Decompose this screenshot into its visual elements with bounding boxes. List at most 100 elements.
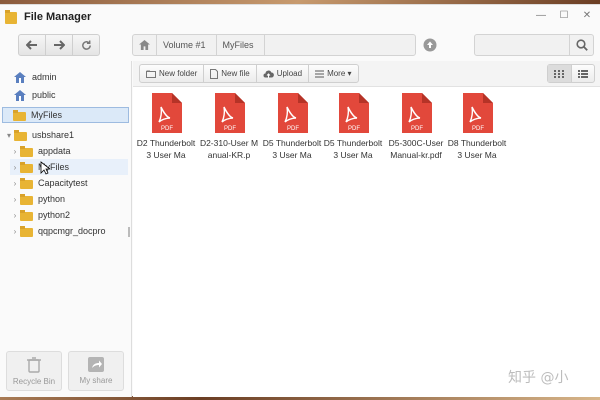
- folder-icon: [20, 161, 34, 173]
- file-item[interactable]: PDF D2 Thunderbolt3 User Ma: [135, 93, 197, 161]
- action-button-group: New folder New file Upload More ▾: [139, 64, 359, 83]
- grid-view-button[interactable]: [548, 65, 572, 82]
- mouse-cursor-icon: [40, 161, 50, 175]
- close-icon[interactable]: ✕: [580, 9, 594, 23]
- sidebar-item-public[interactable]: public: [14, 87, 56, 103]
- sidebar-item-label: admin: [32, 72, 57, 82]
- sidebar-item-label: usbshare1: [32, 130, 75, 140]
- app-folder-icon: [5, 10, 17, 24]
- folder-icon: [20, 145, 34, 157]
- new-file-button[interactable]: New file: [204, 65, 257, 82]
- more-dropdown-button[interactable]: More ▾: [309, 65, 357, 82]
- file-name: D5 Thunderbolt3 User Ma: [323, 138, 383, 160]
- chevron-right-icon[interactable]: ›: [10, 211, 20, 220]
- file-name: D2-310-User Manual-KR.p: [199, 138, 259, 160]
- chevron-right-icon[interactable]: ›: [10, 227, 20, 236]
- search-button[interactable]: [570, 34, 594, 56]
- svg-text:PDF: PDF: [411, 126, 423, 132]
- more-label: More ▾: [327, 69, 352, 78]
- list-icon: [315, 69, 325, 78]
- file-name: D2 Thunderbolt3 User Ma: [136, 138, 196, 160]
- svg-text:PDF: PDF: [287, 126, 299, 132]
- svg-text:PDF: PDF: [348, 126, 360, 132]
- sidebar-item-label: MyFiles: [31, 110, 62, 120]
- cloud-upload-icon: [263, 70, 274, 78]
- sidebar-item-python2[interactable]: › python2: [10, 207, 70, 223]
- sidebar-item-qqpcmgr-docpro[interactable]: › qqpcmgr_docpro: [10, 223, 106, 239]
- new-file-label: New file: [221, 69, 250, 78]
- sidebar-item-label: qqpcmgr_docpro: [38, 226, 106, 236]
- new-folder-label: New folder: [159, 69, 198, 78]
- forward-button[interactable]: [46, 35, 73, 55]
- file-item[interactable]: PDF D5-300C-User Manual-kr.pdf: [385, 93, 447, 161]
- sidebar-item-label: python2: [38, 210, 71, 220]
- svg-text:PDF: PDF: [161, 126, 173, 132]
- chevron-right-icon[interactable]: ›: [10, 179, 20, 188]
- refresh-button[interactable]: [73, 35, 99, 55]
- search-icon: [575, 39, 588, 51]
- file-item[interactable]: PDF D2-310-User Manual-KR.p: [198, 93, 260, 161]
- upload-label: Upload: [276, 69, 303, 78]
- file-name: D5 Thunderbolt3 User Ma: [262, 138, 322, 160]
- file-item[interactable]: PDF D8 Thunderbolt 3 User Ma: [446, 93, 508, 161]
- sidebar-item-usbshare1[interactable]: ▾ usbshare1: [4, 127, 74, 143]
- pdf-file-icon: PDF: [215, 93, 245, 133]
- sidebar-item-appdata[interactable]: › appdata: [10, 143, 71, 159]
- sidebar-item-python[interactable]: › python: [10, 191, 65, 207]
- chevron-right-icon[interactable]: ›: [10, 163, 20, 172]
- file-item[interactable]: PDF D5 Thunderbolt3 User Ma: [261, 93, 323, 161]
- trash-icon: [27, 356, 41, 373]
- folder-icon: [20, 209, 34, 221]
- breadcrumb-item-myfiles[interactable]: MyFiles: [217, 35, 265, 55]
- upload-button[interactable]: Upload: [257, 65, 310, 82]
- chevron-right-icon[interactable]: ›: [10, 195, 20, 204]
- sidebar-item-myfiles-usb[interactable]: › MyFiles: [10, 159, 128, 175]
- search-input[interactable]: [474, 34, 570, 56]
- sidebar-item-capacitytest[interactable]: › Capacitytest: [10, 175, 88, 191]
- action-toolbar: New folder New file Upload More ▾: [133, 61, 600, 87]
- folder-icon: [20, 177, 34, 189]
- sidebar-item-myfiles[interactable]: MyFiles: [2, 107, 129, 123]
- new-folder-button[interactable]: New folder: [140, 65, 205, 82]
- folder-icon: [13, 109, 27, 121]
- user-home-icon: [14, 71, 28, 83]
- back-button[interactable]: [19, 35, 46, 55]
- home-button[interactable]: [133, 35, 157, 55]
- user-home-icon: [14, 89, 28, 101]
- file-item[interactable]: PDF D5 Thunderbolt3 User Ma: [322, 93, 384, 161]
- up-level-button[interactable]: [420, 34, 440, 56]
- share-icon: [88, 357, 104, 372]
- sidebar-item-label: public: [32, 90, 56, 100]
- file-manager-window: File Manager — ☐ ✕ Volume #1 MyFiles adm…: [0, 4, 600, 397]
- maximize-icon[interactable]: ☐: [557, 9, 571, 23]
- arrow-left-icon: [26, 40, 37, 50]
- up-circle-icon: [423, 38, 437, 52]
- svg-text:PDF: PDF: [224, 126, 236, 132]
- minimize-icon[interactable]: —: [534, 9, 548, 23]
- window-title: File Manager: [24, 11, 92, 23]
- list-view-icon: [577, 69, 588, 78]
- folder-icon: [20, 225, 34, 237]
- svg-text:PDF: PDF: [472, 126, 484, 132]
- view-mode-group: [547, 64, 595, 83]
- grid-icon: [554, 69, 565, 78]
- file-name: D8 Thunderbolt 3 User Ma: [447, 138, 507, 160]
- chevron-down-icon[interactable]: ▾: [4, 131, 14, 140]
- recycle-bin-button[interactable]: Recycle Bin: [6, 351, 62, 391]
- title-bar: File Manager — ☐ ✕: [0, 5, 600, 29]
- refresh-icon: [81, 39, 91, 50]
- sidebar-item-admin[interactable]: admin: [14, 69, 57, 85]
- my-share-button[interactable]: My share: [68, 351, 124, 391]
- breadcrumb: Volume #1 MyFiles: [132, 34, 416, 56]
- folder-icon: [20, 193, 34, 205]
- chevron-right-icon[interactable]: ›: [10, 147, 20, 156]
- sidebar-scrollbar[interactable]: [128, 227, 130, 237]
- nav-button-group: [18, 34, 100, 56]
- file-browser-pane: New folder New file Upload More ▾ PDF D2…: [133, 61, 600, 397]
- sidebar-item-label: Capacitytest: [38, 178, 88, 188]
- file-plus-icon: [210, 68, 219, 79]
- list-view-button[interactable]: [572, 65, 595, 82]
- breadcrumb-item-volume[interactable]: Volume #1: [157, 35, 217, 55]
- pdf-file-icon: PDF: [278, 93, 308, 133]
- pdf-file-icon: PDF: [152, 93, 182, 133]
